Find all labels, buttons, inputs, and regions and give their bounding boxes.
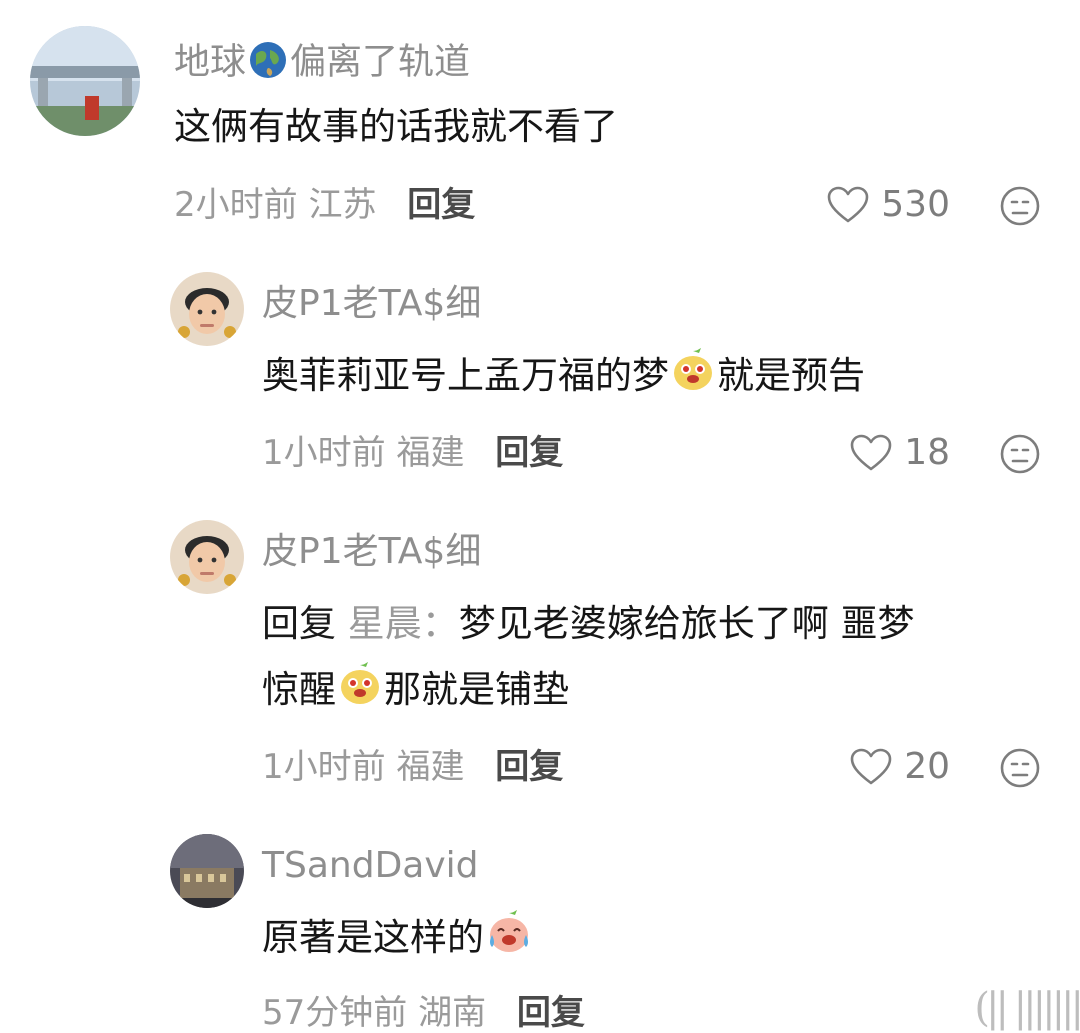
location: 湖南 xyxy=(418,993,487,1033)
peach-smile-sticker xyxy=(671,347,715,409)
comment-text: 奥菲莉亚号上孟万福的梦 就是预告 xyxy=(262,346,865,409)
watermark: (|| ||||||| xyxy=(974,985,1080,1031)
reply-button[interactable]: 回复 xyxy=(407,185,475,225)
unhappy-face-icon xyxy=(1000,748,1040,788)
comment-meta: 1小时前 福建 回复 xyxy=(262,750,563,784)
comment-meta: 57分钟前 湖南 回复 xyxy=(262,996,585,1030)
comment-text: 这俩有故事的话我就不看了 xyxy=(174,105,618,148)
comment-text-line2: 惊醒 那就是铺垫 xyxy=(262,660,569,723)
dislike-button[interactable] xyxy=(1000,434,1040,478)
comment-text: 回复 星晨：梦见老婆嫁给旅长了啊 噩梦 xyxy=(262,602,915,645)
timestamp: 1小时前 xyxy=(262,433,386,473)
comment-text: 原著是这样的 xyxy=(262,908,534,971)
like-button[interactable]: 530 xyxy=(827,186,950,224)
location: 福建 xyxy=(396,747,465,787)
like-button[interactable]: 20 xyxy=(850,748,950,786)
dislike-button[interactable] xyxy=(1000,748,1040,792)
avatar[interactable] xyxy=(30,26,140,136)
heart-outline-icon xyxy=(827,186,869,223)
username[interactable]: 皮P1老TA$细 xyxy=(262,534,481,570)
avatar[interactable] xyxy=(170,520,244,594)
unhappy-face-icon xyxy=(1000,186,1040,226)
reply-button[interactable]: 回复 xyxy=(517,993,585,1033)
reply-button[interactable]: 回复 xyxy=(495,433,563,473)
heart-outline-icon xyxy=(850,434,892,471)
comment-meta: 2小时前 江苏 回复 xyxy=(174,188,475,222)
avatar[interactable] xyxy=(170,272,244,346)
avatar[interactable] xyxy=(170,834,244,908)
dislike-button[interactable] xyxy=(1000,186,1040,230)
globe-icon xyxy=(248,40,288,87)
comment-meta: 1小时前 福建 回复 xyxy=(262,436,563,470)
like-button[interactable]: 18 xyxy=(850,434,950,472)
peach-smile-sticker xyxy=(338,661,382,723)
username[interactable]: 皮P1老TA$细 xyxy=(262,286,481,322)
reply-target[interactable]: 星晨： xyxy=(348,602,459,645)
timestamp: 1小时前 xyxy=(262,747,386,787)
username[interactable]: TSandDavid xyxy=(262,848,479,884)
like-count: 20 xyxy=(904,746,950,787)
location: 江苏 xyxy=(308,185,377,225)
timestamp: 2小时前 xyxy=(174,185,298,225)
username[interactable]: 地球 偏离了轨道 xyxy=(174,40,470,87)
like-count: 530 xyxy=(881,184,950,225)
reply-button[interactable]: 回复 xyxy=(495,747,563,787)
heart-outline-icon xyxy=(850,748,892,785)
timestamp: 57分钟前 xyxy=(262,993,408,1033)
reply-prefix: 回复 xyxy=(262,602,336,645)
peach-cry-sticker xyxy=(486,909,532,971)
location: 福建 xyxy=(396,433,465,473)
like-count: 18 xyxy=(904,432,950,473)
unhappy-face-icon xyxy=(1000,434,1040,474)
